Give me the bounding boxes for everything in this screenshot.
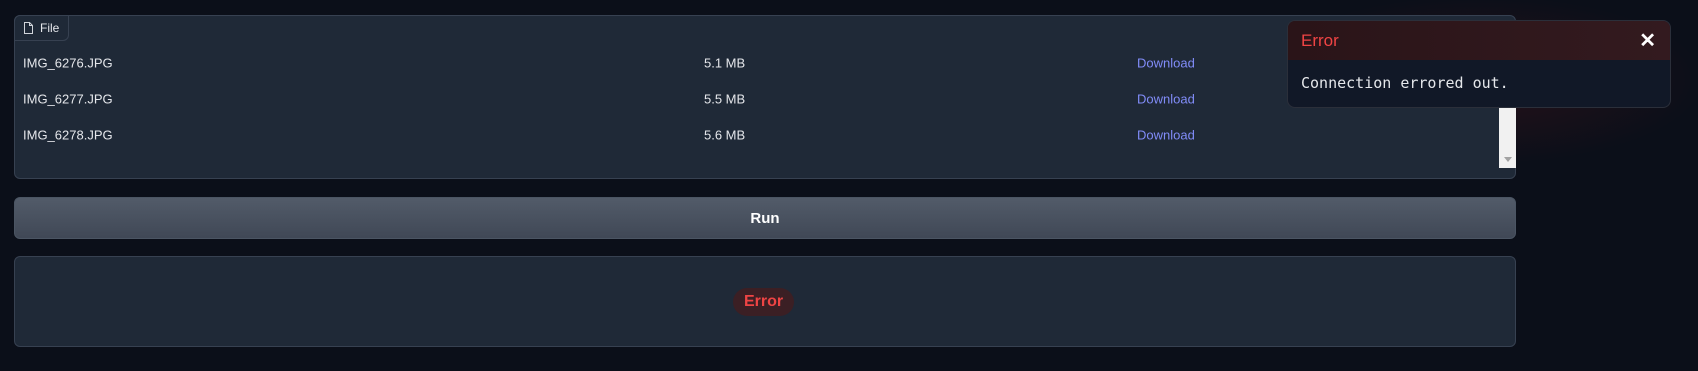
file-size: 5.5 MB [704, 91, 746, 107]
file-label: File [14, 15, 70, 41]
close-icon[interactable]: ✕ [1639, 31, 1656, 51]
file-name: IMG_6277.JPG [23, 91, 113, 107]
file-row: IMG_6278.JPG 5.6 MB Download [15, 117, 1499, 153]
file-row: IMG_6277.JPG 5.5 MB Download [15, 81, 1499, 117]
output-panel: Error [14, 256, 1516, 347]
scroll-down-arrow-icon[interactable] [1504, 157, 1512, 162]
file-name: IMG_6278.JPG [23, 127, 113, 143]
toast-title: Error [1301, 30, 1339, 50]
error-toast: Error ✕ Connection errored out. [1287, 20, 1671, 108]
file-size: 5.6 MB [704, 127, 746, 143]
file-row: IMG_6276.JPG 5.1 MB Download [15, 45, 1499, 81]
toast-header: Error ✕ [1288, 21, 1670, 60]
download-link[interactable]: Download [1137, 92, 1195, 107]
toast-message: Connection errored out. [1301, 74, 1509, 92]
file-icon [23, 22, 34, 34]
run-button[interactable]: Run [14, 197, 1516, 239]
download-link[interactable]: Download [1137, 56, 1195, 71]
error-status-badge: Error [733, 288, 795, 316]
file-label-text: File [40, 21, 60, 35]
file-name: IMG_6276.JPG [23, 55, 113, 71]
file-size: 5.1 MB [704, 55, 746, 71]
download-link[interactable]: Download [1137, 128, 1195, 143]
app-page: File IMG_6276.JPG 5.1 MB Download IMG_62… [0, 0, 1698, 371]
